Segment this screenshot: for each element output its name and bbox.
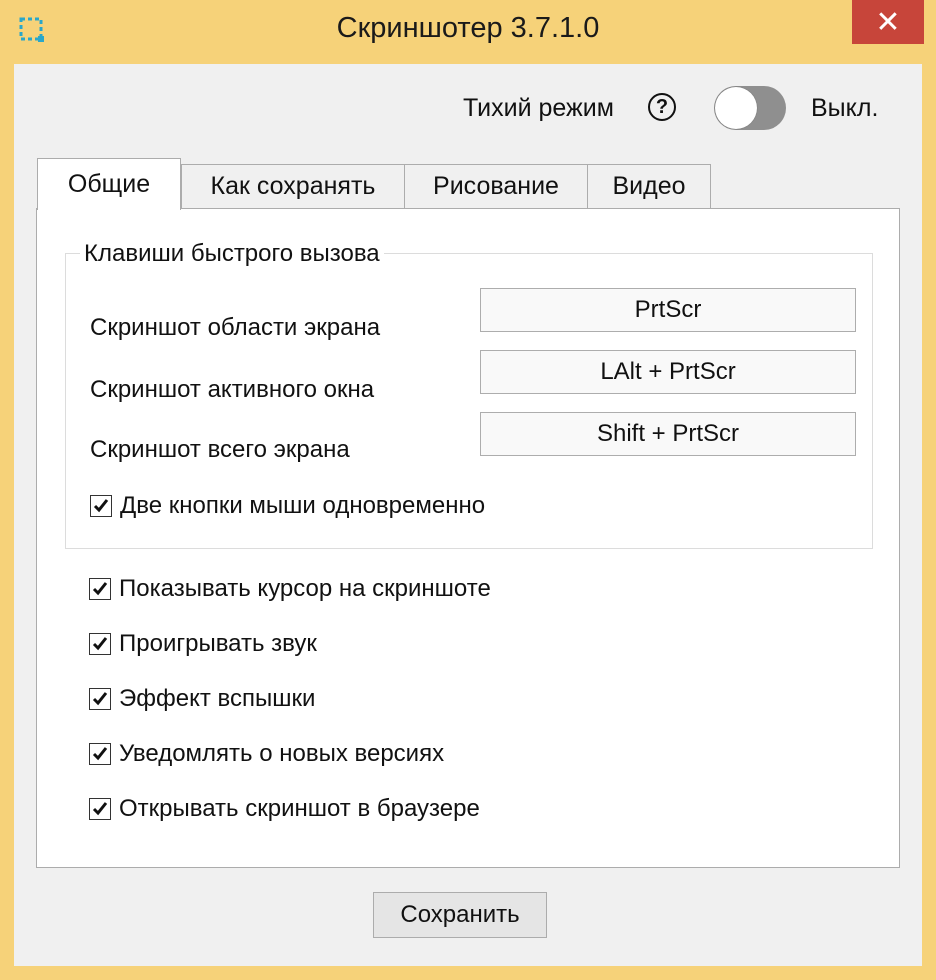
checkbox[interactable] <box>89 633 111 655</box>
hotkey-field-region[interactable]: PrtScr <box>480 288 856 332</box>
checkbox[interactable] <box>89 798 111 820</box>
option-play-sound[interactable]: Проигрывать звук <box>89 630 317 658</box>
tab-drawing[interactable]: Рисование <box>404 164 588 208</box>
checkmark-icon <box>92 582 108 596</box>
general-tab-panel: Клавиши быстрого вызова Скриншот области… <box>36 208 900 868</box>
checkmark-icon <box>92 802 108 816</box>
checkbox[interactable] <box>89 578 111 600</box>
hotkey-field-window[interactable]: LAlt + PrtScr <box>480 350 856 394</box>
window-title: Скриншотер 3.7.1.0 <box>336 12 600 44</box>
title-bar[interactable]: Скриншотер 3.7.1.0 ✕ <box>0 0 936 64</box>
checkbox-label: Уведомлять о новых версиях <box>119 740 445 767</box>
close-button[interactable]: ✕ <box>852 0 924 44</box>
checkbox[interactable] <box>90 495 112 517</box>
tab-general[interactable]: Общие <box>37 158 181 210</box>
tab-video[interactable]: Видео <box>587 164 711 208</box>
save-button[interactable]: Сохранить <box>373 892 547 938</box>
tab-save-options[interactable]: Как сохранять <box>181 164 405 208</box>
hotkeys-group-title: Клавиши быстрого вызова <box>80 240 384 268</box>
mouse-buttons-option[interactable]: Две кнопки мыши одновременно <box>90 492 485 520</box>
checkbox-label: Две кнопки мыши одновременно <box>120 492 486 519</box>
option-flash-effect[interactable]: Эффект вспышки <box>89 685 315 713</box>
checkbox-label: Показывать курсор на скриншоте <box>119 575 491 602</box>
quiet-mode-label: Тихий режим <box>463 94 614 122</box>
quiet-mode-state: Выкл. <box>811 94 879 122</box>
hotkey-label-region: Скриншот области экрана <box>90 314 381 341</box>
option-open-in-browser[interactable]: Открывать скриншот в браузере <box>89 795 480 823</box>
hotkey-label-fullscreen: Скриншот всего экрана <box>90 436 350 463</box>
help-icon[interactable]: ? <box>648 93 676 121</box>
hotkey-label-window: Скриншот активного окна <box>90 376 375 403</box>
checkbox-label: Открывать скриншот в браузере <box>119 795 480 822</box>
checkmark-icon <box>92 747 108 761</box>
checkmark-icon <box>93 499 109 513</box>
option-show-cursor[interactable]: Показывать курсор на скриншоте <box>89 575 491 603</box>
checkbox[interactable] <box>89 688 111 710</box>
checkbox-label: Эффект вспышки <box>119 685 316 712</box>
quiet-mode-toggle[interactable] <box>714 86 786 130</box>
checkmark-icon <box>92 692 108 706</box>
hotkey-field-fullscreen[interactable]: Shift + PrtScr <box>480 412 856 456</box>
checkbox-label: Проигрывать звук <box>119 630 317 657</box>
option-update-notify[interactable]: Уведомлять о новых версиях <box>89 740 444 768</box>
toggle-knob <box>715 87 757 129</box>
settings-window: Скриншотер 3.7.1.0 ✕ Тихий режим ? Выкл.… <box>0 0 936 980</box>
client-area: Тихий режим ? Выкл. Общие Как сохранять … <box>14 64 922 966</box>
checkbox[interactable] <box>89 743 111 765</box>
hotkeys-group: Клавиши быстрого вызова Скриншот области… <box>65 240 873 549</box>
checkmark-icon <box>92 637 108 651</box>
